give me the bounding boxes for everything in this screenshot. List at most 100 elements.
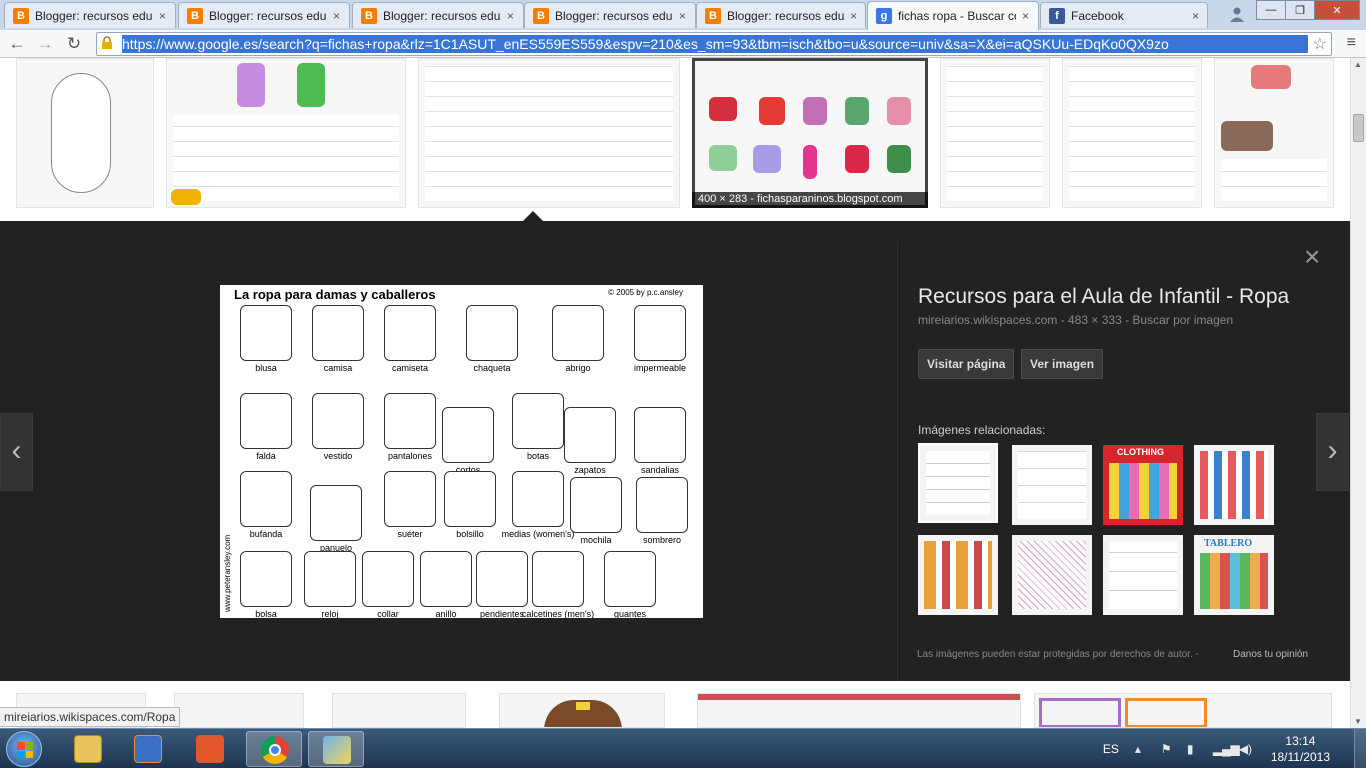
- tab-title: Blogger: recursos edu: [35, 8, 153, 23]
- tab-blogger-4[interactable]: B Blogger: recursos edu ×: [524, 2, 696, 28]
- clock[interactable]: 13:14 18/11/2013: [1271, 733, 1330, 765]
- taskbar-media-player[interactable]: [120, 731, 176, 767]
- office-icon: [196, 735, 224, 763]
- close-icon[interactable]: ×: [1192, 9, 1199, 23]
- close-icon[interactable]: ×: [679, 9, 686, 23]
- scroll-thumb[interactable]: [1353, 114, 1364, 142]
- related-image[interactable]: [1012, 535, 1092, 615]
- close-icon[interactable]: ×: [850, 9, 857, 23]
- battery-icon[interactable]: ▮: [1187, 742, 1203, 756]
- address-bar[interactable]: https://www.google.es/search?q=fichas+ro…: [96, 32, 1332, 56]
- visit-page-button[interactable]: Visitar página: [918, 349, 1015, 379]
- close-icon[interactable]: ×: [507, 9, 514, 23]
- scroll-up-icon[interactable]: ▲: [1354, 60, 1362, 69]
- browser-toolbar: ← → ↻ https://www.google.es/search?q=fic…: [0, 30, 1366, 58]
- next-image-button[interactable]: ›: [1316, 413, 1349, 491]
- tab-google-search[interactable]: g fichas ropa - Buscar co ×: [867, 1, 1039, 30]
- windows-taskbar: ES ▴ ⚑ ▮ ▂▄▆ ◀) 13:14 18/11/2013: [0, 728, 1366, 768]
- clothing-item: blusa: [226, 305, 306, 373]
- feedback-link[interactable]: Danos tu opinión: [1233, 649, 1308, 660]
- page-info-icon[interactable]: [100, 36, 118, 52]
- reload-icon[interactable]: ↻: [63, 33, 85, 55]
- result-thumbnail[interactable]: [332, 693, 466, 728]
- result-thumbnail[interactable]: [697, 693, 1021, 728]
- maximize-button[interactable]: ❐: [1285, 0, 1315, 20]
- image-results-row: 400 × 283 - fichasparaninos.blogspot.com: [0, 58, 1350, 220]
- start-button[interactable]: [6, 731, 42, 767]
- result-thumbnail[interactable]: [499, 693, 665, 728]
- clothing-drawing: [240, 305, 292, 361]
- clothing-item: vestido: [298, 393, 378, 461]
- tab-blogger-1[interactable]: B Blogger: recursos edu ×: [4, 2, 176, 28]
- page-scrollbar[interactable]: ▲ ▼: [1350, 58, 1366, 728]
- action-center-flag-icon[interactable]: ⚑: [1161, 742, 1177, 756]
- show-desktop-button[interactable]: [1354, 729, 1366, 768]
- forward-arrow-icon[interactable]: →: [34, 33, 56, 55]
- related-image[interactable]: CLOTHING: [1103, 445, 1183, 525]
- result-thumbnail[interactable]: [1062, 58, 1202, 208]
- clothing-drawing: [570, 477, 622, 533]
- result-thumbnail[interactable]: [1214, 58, 1334, 208]
- result-thumbnail[interactable]: [940, 58, 1050, 208]
- tab-blogger-3[interactable]: B Blogger: recursos edu ×: [352, 2, 524, 28]
- result-thumbnail[interactable]: [16, 58, 154, 208]
- result-thumbnail[interactable]: [166, 58, 406, 208]
- close-icon[interactable]: ×: [159, 9, 166, 23]
- clothing-label: vestido: [323, 451, 353, 461]
- show-hidden-icons-icon[interactable]: ▴: [1135, 742, 1151, 756]
- thumbnail-caption: 400 × 283 - fichasparaninos.blogspot.com: [692, 192, 928, 208]
- related-image[interactable]: [918, 443, 998, 523]
- image-meta[interactable]: mireiarios.wikispaces.com - 483 × 333 - …: [918, 313, 1233, 327]
- volume-icon[interactable]: ◀): [1239, 742, 1255, 756]
- clothing-drawing: [312, 393, 364, 449]
- blogger-icon: B: [533, 7, 549, 24]
- image-title[interactable]: Recursos para el Aula de Infantil - Ropa: [918, 285, 1289, 309]
- related-image[interactable]: [1194, 445, 1274, 525]
- close-icon[interactable]: ×: [333, 9, 340, 23]
- image-results-row: [0, 681, 1350, 728]
- clothing-item: impermeable: [620, 305, 700, 373]
- close-icon[interactable]: ×: [1022, 9, 1029, 23]
- tab-blogger-2[interactable]: B Blogger: recursos edu ×: [178, 2, 350, 28]
- result-thumbnail[interactable]: [418, 58, 680, 208]
- clothing-item: panuelo: [296, 485, 376, 553]
- taskbar-paint[interactable]: [308, 731, 364, 767]
- back-arrow-icon[interactable]: ←: [6, 33, 28, 55]
- image-preview[interactable]: La ropa para damas y caballeros © 2005 b…: [220, 285, 703, 618]
- selected-result-thumbnail[interactable]: [692, 58, 928, 208]
- related-image[interactable]: [1103, 535, 1183, 615]
- blogger-icon: B: [705, 7, 721, 24]
- menu-icon[interactable]: ≡: [1347, 34, 1356, 52]
- clothing-drawing: [636, 477, 688, 533]
- windows-logo-icon: [17, 742, 33, 758]
- taskbar-chrome[interactable]: [246, 731, 302, 767]
- network-signal-icon[interactable]: ▂▄▆: [1213, 742, 1240, 756]
- language-indicator[interactable]: ES: [1103, 742, 1119, 756]
- minimize-button[interactable]: —: [1256, 0, 1286, 20]
- url-text[interactable]: https://www.google.es/search?q=fichas+ro…: [122, 35, 1308, 53]
- tab-title: Blogger: recursos edu: [383, 8, 501, 23]
- scroll-down-icon[interactable]: ▼: [1354, 717, 1362, 726]
- taskbar-explorer[interactable]: [60, 731, 116, 767]
- previous-image-button[interactable]: ‹: [0, 413, 33, 491]
- view-image-button[interactable]: Ver imagen: [1021, 349, 1104, 379]
- tab-blogger-5[interactable]: B Blogger: recursos edu ×: [696, 2, 866, 28]
- related-image[interactable]: [1012, 445, 1092, 525]
- clothing-label: camisa: [323, 363, 353, 373]
- clothing-drawing: [634, 305, 686, 361]
- user-icon[interactable]: [1228, 5, 1246, 23]
- related-image[interactable]: TABLERO: [1194, 535, 1274, 615]
- close-icon[interactable]: ×: [1304, 241, 1320, 273]
- preview-copyright: © 2005 by p.c.ansley: [608, 288, 683, 297]
- clothing-item: bufanda: [226, 471, 306, 539]
- bookmark-star-icon[interactable]: ☆: [1313, 34, 1327, 54]
- result-thumbnail[interactable]: [174, 693, 304, 728]
- taskbar-office[interactable]: [182, 731, 238, 767]
- close-window-button[interactable]: ✕: [1314, 0, 1360, 20]
- clothing-drawing: [564, 407, 616, 463]
- tab-facebook[interactable]: f Facebook ×: [1040, 2, 1208, 28]
- google-icon: g: [876, 8, 892, 24]
- blogger-icon: B: [187, 7, 203, 24]
- result-thumbnail[interactable]: [1034, 693, 1332, 728]
- related-image[interactable]: [918, 535, 998, 615]
